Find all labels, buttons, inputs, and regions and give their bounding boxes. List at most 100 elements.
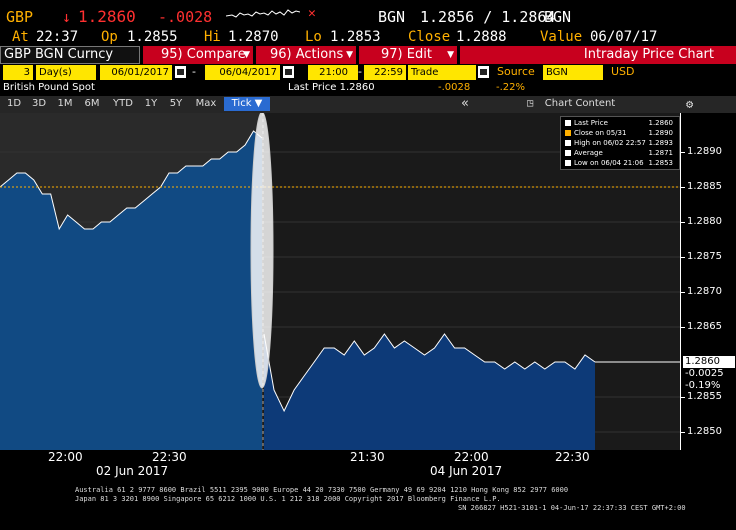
legend-label: Last Price: [574, 119, 608, 127]
y-tick-label: 1.2880: [687, 216, 722, 227]
time-separator: -: [358, 65, 362, 78]
actions-label: 96) Actions: [270, 47, 344, 62]
y-axis: 1.2890 1.2885 1.2880 1.2875 1.2870 1.2865 1.28…: [680, 113, 736, 450]
field-select[interactable]: Trade: [408, 65, 476, 80]
menu-bar: GBP BGN Curncy 95) Compare ▼ 96) Actions…: [0, 46, 736, 64]
edit-button[interactable]: 97) Edit ▼: [359, 46, 457, 64]
footer-session: SN 266827 H521-3101-1 04-Jun-17 22:37:33…: [458, 504, 686, 512]
down-arrow-icon: ↓: [62, 8, 72, 26]
x-axis: 22:00 22:30 02 Jun 2017 21:30 22:00 22:3…: [0, 450, 680, 480]
end-date-input[interactable]: 06/04/2017: [205, 65, 280, 80]
chevron-down-icon: ▼: [447, 50, 454, 60]
compare-button[interactable]: 95) Compare ▼: [143, 46, 253, 64]
y-tick-label: 1.2875: [687, 251, 722, 262]
source-label: Source: [497, 65, 535, 78]
chart-content-button[interactable]: Chart Content: [542, 97, 618, 111]
legend-swatch: [565, 120, 571, 126]
info-bar: British Pound Spot Last Price 1.2860 -.0…: [0, 82, 736, 96]
bid-ask: 1.2856 / 1.2864: [420, 8, 556, 26]
last-price-box: 1.2860: [683, 356, 735, 368]
security-name: British Pound Spot: [3, 82, 95, 93]
range-button-5y[interactable]: 5Y: [166, 97, 186, 111]
security-field[interactable]: GBP BGN Curncy: [0, 46, 140, 64]
chart-content-icon: ◳: [527, 98, 534, 109]
range-button-6m[interactable]: 6M: [82, 97, 102, 111]
security-label: GBP BGN Curncy: [4, 47, 114, 62]
y-tick-label: 1.2870: [687, 286, 722, 297]
y-tick-mark: [681, 292, 685, 293]
y-tick-mark: [681, 257, 685, 258]
calendar-icon[interactable]: [283, 66, 294, 78]
range-button-3d[interactable]: 3D: [29, 97, 49, 111]
page-title: Intraday Price Chart: [460, 46, 736, 64]
legend-value: 1.2871: [648, 149, 674, 157]
net-change: -.0028: [158, 8, 213, 26]
close-icon[interactable]: ✕: [308, 6, 316, 21]
y-tick-mark: [681, 187, 685, 188]
period-unit-select[interactable]: Day(s): [36, 65, 96, 80]
start-time-input[interactable]: 21:00: [308, 65, 358, 80]
source-input[interactable]: BGN: [543, 65, 603, 80]
value-date: 06/07/17: [590, 29, 658, 45]
pricing-source: BGN: [378, 8, 406, 26]
y-tick-label: 1.2855: [687, 391, 722, 402]
footer: Australia 61 2 9777 8600 Brazil 5511 239…: [0, 484, 736, 530]
dropdown-arrow-icon[interactable]: [478, 66, 489, 78]
gear-icon[interactable]: ⚙: [686, 97, 693, 111]
at-value: 22:37: [36, 29, 79, 45]
legend-item[interactable]: Last Price 1.2860: [565, 119, 677, 128]
chart-legend[interactable]: Last Price 1.2860 Close on 05/31 1.2890 High…: [560, 116, 680, 170]
x-date-label: 04 Jun 2017: [430, 464, 503, 478]
period-number-input[interactable]: 3: [3, 65, 33, 80]
y-tick-mark: [681, 222, 685, 223]
actions-button[interactable]: 96) Actions ▼: [256, 46, 356, 64]
y-tick-mark: [681, 152, 685, 153]
x-tick: 22:00: [454, 450, 489, 464]
chevron-down-icon: ▼: [346, 50, 353, 60]
y-tick-label: 1.2890: [687, 146, 722, 157]
legend-item[interactable]: Close on 05/31 1.2890: [565, 129, 677, 138]
x-tick: 21:30: [350, 450, 385, 464]
highlight-ellipse: [250, 113, 274, 389]
calendar-icon[interactable]: [175, 66, 186, 78]
y-tick-label: 1.2885: [687, 181, 722, 192]
legend-item[interactable]: High on 06/02 22:57 1.2893: [565, 139, 677, 148]
y-tick-mark: [681, 432, 685, 433]
x-tick: 22:00: [48, 450, 83, 464]
high-value: 1.2870: [228, 29, 279, 45]
tick-select[interactable]: Tick ▼: [224, 97, 270, 111]
chart-toolbar: 1D 3D 1M 6M YTD 1Y 5Y Max Tick ▼ « ◳ Chart Cont…: [0, 96, 736, 113]
legend-label: Average: [574, 149, 603, 157]
x-date-label: 02 Jun 2017: [96, 464, 169, 478]
end-time-input[interactable]: 22:59: [364, 65, 406, 80]
legend-item[interactable]: Low on 06/04 21:06 1.2853: [565, 159, 677, 168]
range-button-1m[interactable]: 1M: [55, 97, 75, 111]
legend-label: High on 06/02 22:57: [574, 139, 646, 147]
stats-bar: At 22:37 Op 1.2855 Hi 1.2870 Lo 1.2853 C…: [0, 28, 736, 46]
x-tick: 22:30: [555, 450, 590, 464]
close-value: 1.2888: [456, 29, 507, 45]
legend-item[interactable]: Average 1.2871: [565, 149, 677, 158]
legend-swatch: [565, 150, 571, 156]
page-title-label: Intraday Price Chart: [583, 47, 714, 62]
open-label: Op: [101, 29, 118, 45]
range-button-1y[interactable]: 1Y: [141, 97, 161, 111]
y-tick-mark: [681, 327, 685, 328]
legend-swatch: [565, 130, 571, 136]
currency-label[interactable]: USD: [611, 65, 635, 78]
pricing-source-2: BGN: [544, 8, 572, 26]
range-button-1d[interactable]: 1D: [4, 97, 24, 111]
edit-label: 97) Edit: [381, 47, 432, 62]
collapse-icon[interactable]: «: [458, 97, 472, 111]
change-pct-info: -.22%: [496, 82, 526, 93]
start-date-input[interactable]: 06/01/2017: [100, 65, 172, 80]
open-value: 1.2855: [127, 29, 178, 45]
last-price-info: Last Price 1.2860: [288, 82, 375, 93]
range-button-max[interactable]: Max: [192, 97, 220, 111]
range-button-ytd[interactable]: YTD: [109, 97, 137, 111]
change-abs-info: -.0028: [438, 82, 471, 93]
footer-phones-2: Japan 81 3 3201 8900 Singapore 65 6212 1…: [75, 495, 501, 503]
last-price: 1.2860: [78, 7, 136, 26]
low-label: Lo: [305, 29, 322, 45]
legend-swatch: [565, 160, 571, 166]
